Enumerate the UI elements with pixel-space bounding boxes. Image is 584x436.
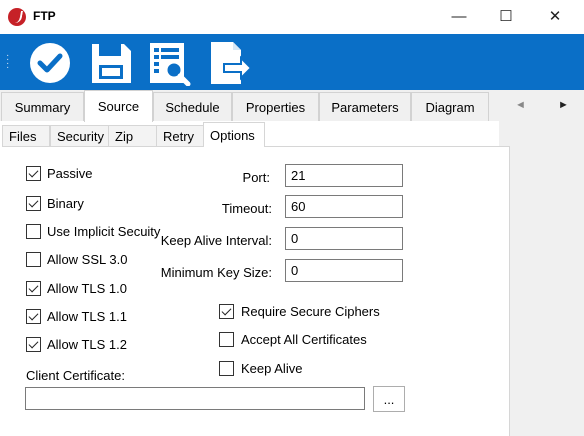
subtab-files[interactable]: Files	[2, 125, 50, 146]
subtab-options[interactable]: Options	[203, 122, 265, 147]
maximize-button[interactable]: ☐	[483, 0, 529, 32]
allow-tls11-label: Allow TLS 1.1	[47, 309, 127, 324]
keep-alive-label: Keep Alive	[241, 361, 303, 376]
accept-all-certificates-checkbox[interactable]	[219, 332, 234, 347]
tab-properties[interactable]: Properties	[232, 92, 319, 121]
allow-tls12-label: Allow TLS 1.2	[47, 337, 127, 352]
allow-ssl30-checkbox[interactable]	[26, 252, 41, 267]
save-check-icon[interactable]	[27, 40, 73, 86]
port-field[interactable]	[285, 164, 403, 187]
floppy-disk-icon[interactable]	[88, 40, 134, 86]
client-certificate-label: Client Certificate:	[26, 368, 125, 383]
window-title: FTP	[33, 9, 56, 23]
passive-checkbox[interactable]	[26, 166, 41, 181]
side-panel	[499, 121, 584, 436]
tab-schedule[interactable]: Schedule	[153, 92, 232, 121]
allow-tls12-checkbox[interactable]	[26, 337, 41, 352]
tab-diagram[interactable]: Diagram	[411, 92, 489, 121]
app-logo-icon	[8, 8, 26, 26]
passive-label: Passive	[47, 166, 93, 181]
allow-tls10-checkbox[interactable]	[26, 281, 41, 296]
binary-checkbox[interactable]	[26, 196, 41, 211]
browse-button[interactable]: ...	[373, 386, 405, 412]
tab-parameters[interactable]: Parameters	[319, 92, 411, 121]
require-secure-ciphers-label: Require Secure Ciphers	[241, 304, 380, 319]
subtab-zip[interactable]: Zip	[108, 125, 158, 146]
timeout-label: Timeout:	[221, 201, 272, 216]
keep-alive-interval-label: Keep Alive Interval:	[160, 233, 272, 248]
use-implicit-security-checkbox[interactable]	[26, 224, 41, 239]
tab-prev-arrow-icon[interactable]: ◄	[515, 99, 526, 111]
use-implicit-security-label: Use Implicit Secuity	[47, 224, 161, 239]
allow-tls11-checkbox[interactable]	[26, 309, 41, 324]
binary-label: Binary	[47, 196, 84, 211]
minimum-key-size-label: Minimum Key Size:	[160, 265, 272, 280]
tab-source[interactable]: Source	[84, 90, 153, 122]
tab-next-arrow-icon[interactable]: ►	[558, 99, 569, 111]
port-label: Port:	[242, 170, 270, 185]
allow-ssl30-label: Allow SSL 3.0	[47, 252, 128, 267]
timeout-field[interactable]	[285, 195, 403, 218]
minimum-key-size-field[interactable]	[285, 259, 403, 282]
require-secure-ciphers-checkbox[interactable]	[219, 304, 234, 319]
subtab-retry[interactable]: Retry	[156, 125, 204, 146]
client-certificate-field[interactable]	[25, 387, 365, 410]
keep-alive-interval-field[interactable]	[285, 227, 403, 250]
export-document-icon[interactable]	[207, 40, 253, 86]
close-button[interactable]: ✕	[532, 0, 578, 32]
keep-alive-checkbox[interactable]	[219, 361, 234, 376]
toolbar-grip-icon[interactable]: · · · ·	[6, 51, 10, 73]
tab-summary[interactable]: Summary	[1, 92, 84, 121]
accept-all-certificates-label: Accept All Certificates	[241, 332, 367, 347]
report-search-icon[interactable]	[147, 40, 193, 87]
allow-tls10-label: Allow TLS 1.0	[47, 281, 127, 296]
subtab-security[interactable]: Security	[50, 125, 110, 146]
minimize-button[interactable]: —	[436, 0, 482, 32]
